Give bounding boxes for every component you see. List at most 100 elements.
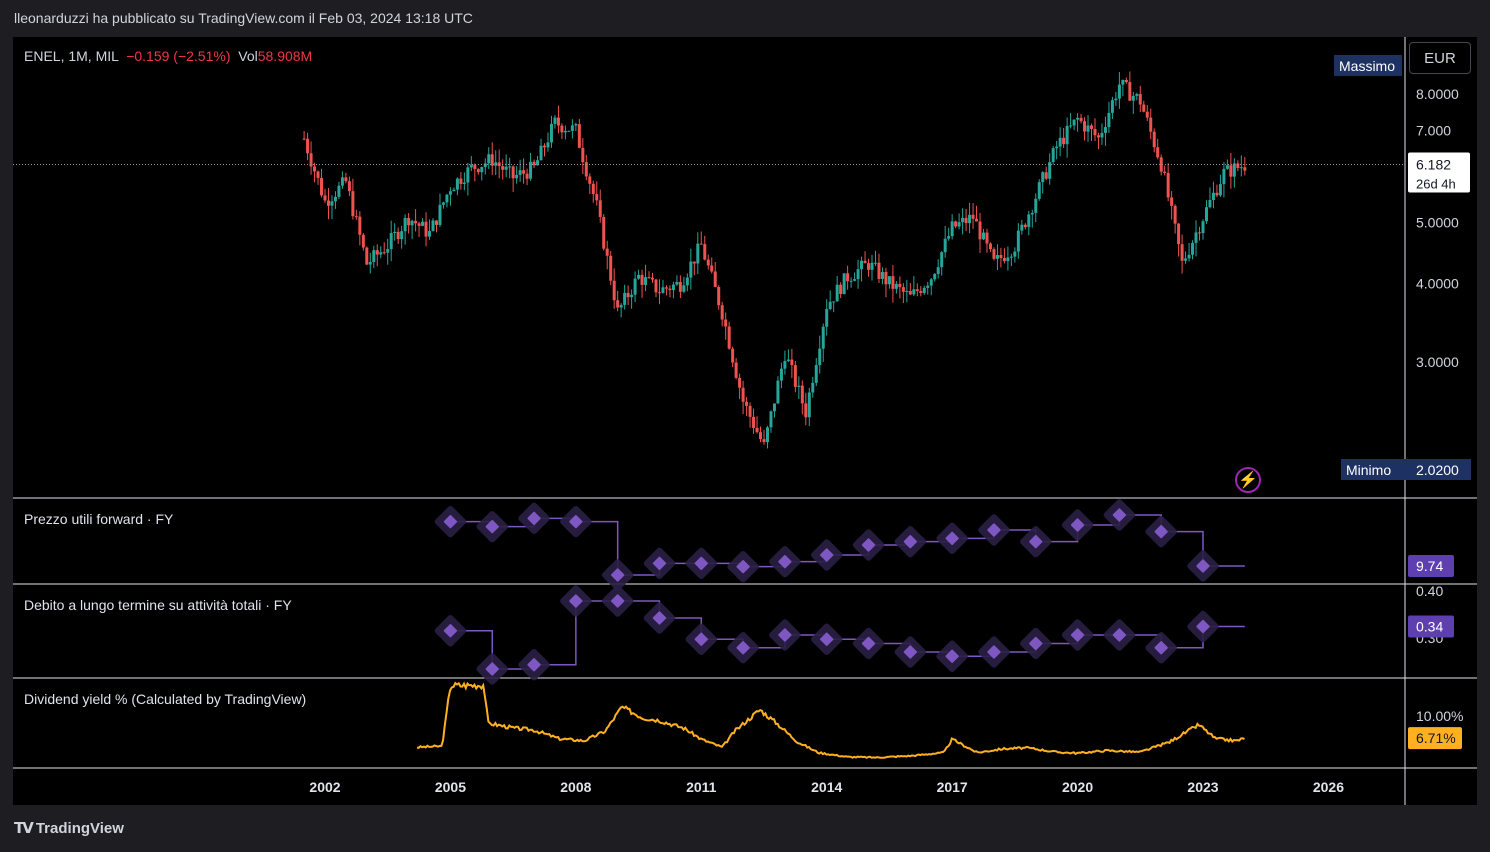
candle-body	[354, 216, 358, 218]
candle-body	[863, 260, 867, 264]
candle-body	[1194, 232, 1198, 243]
candle-body	[487, 154, 491, 164]
candle-body	[954, 221, 958, 227]
currency-button[interactable]: EUR	[1409, 42, 1471, 74]
candle-body	[379, 252, 383, 255]
candle-body	[511, 166, 515, 179]
candle-body	[797, 385, 801, 387]
candle-body	[755, 427, 759, 433]
candle-body	[605, 248, 609, 256]
candle-body	[1069, 125, 1073, 127]
candle-body	[1020, 224, 1024, 231]
candle-body	[964, 217, 968, 224]
candle-body	[619, 304, 623, 308]
lightning-icon[interactable]: ⚡	[1235, 467, 1261, 493]
candle-body	[490, 154, 494, 166]
candle-body	[567, 130, 571, 132]
candle-body	[623, 292, 627, 305]
candle-body	[1222, 168, 1226, 185]
candle-body	[835, 284, 839, 302]
candle-body	[1149, 117, 1153, 132]
candle-body	[1023, 224, 1027, 228]
tradingview-brand: TradingView	[35, 819, 124, 837]
candle-body	[326, 200, 330, 206]
candle-body	[501, 166, 505, 170]
candle-body	[546, 142, 550, 148]
candle-body	[525, 173, 529, 179]
candle-body	[368, 262, 372, 265]
candle-body	[1058, 137, 1062, 147]
candle-body	[988, 243, 992, 250]
candle-body	[630, 294, 634, 298]
last-price-value: 6.182	[1416, 157, 1451, 173]
candle-body	[1177, 223, 1181, 245]
candle-body	[748, 405, 752, 417]
candle-body	[1041, 172, 1045, 183]
candle-body	[1135, 94, 1139, 96]
candle-body	[807, 392, 811, 418]
candle-body	[1239, 167, 1243, 169]
candle-body	[476, 169, 480, 173]
candle-body	[515, 174, 519, 179]
candle-body	[898, 283, 902, 288]
candle-body	[957, 222, 961, 227]
candle-body	[853, 279, 857, 281]
candle-body	[365, 247, 369, 265]
candle-body	[839, 284, 843, 295]
candle-body	[508, 166, 512, 168]
high-label: Massimo	[1339, 58, 1395, 74]
candle-body	[654, 279, 658, 293]
symbol-legend: ENEL, 1M, MIL −0.159 (−2.51%) Vol58.908M	[24, 48, 312, 64]
candle-body	[1201, 221, 1205, 234]
candle-body	[494, 162, 498, 166]
candle-body	[832, 301, 836, 303]
candle-body	[982, 232, 985, 240]
dividend-yield-line	[416, 681, 1245, 759]
candle-body	[818, 348, 822, 366]
candle-body	[1229, 165, 1233, 177]
candle-body	[1218, 184, 1222, 196]
time-axis-label: 2023	[1187, 779, 1218, 795]
chart-canvas[interactable]: 8.0000 7.000 5.0000 4.0000 3.0000 6.182 26d 4h…	[0, 0, 1490, 852]
low-label: Minimo	[1346, 462, 1391, 478]
candle-body	[504, 166, 508, 170]
candle-body	[337, 185, 341, 197]
candle-body	[1180, 244, 1184, 261]
candle-body	[668, 288, 672, 291]
candle-body	[741, 387, 745, 402]
candle-body	[1076, 117, 1080, 120]
candle-body	[393, 231, 397, 234]
candle-body	[793, 365, 797, 387]
time-axis-label: 2014	[811, 779, 842, 795]
candle-body	[724, 319, 728, 327]
candle-body	[595, 194, 599, 201]
symbol-label[interactable]: ENEL, 1M, MIL	[24, 48, 118, 64]
candle-body	[800, 385, 804, 404]
candle-body	[814, 365, 818, 383]
time-axis-label: 2002	[309, 779, 340, 795]
tradingview-logo[interactable]: 𝗧𝗩 TradingView	[14, 819, 124, 838]
candle-body	[386, 249, 390, 253]
candle-body	[689, 261, 693, 278]
candle-body	[1110, 100, 1114, 113]
candle-body	[675, 281, 679, 285]
candle-body	[943, 238, 947, 253]
candle-body	[710, 265, 714, 272]
candle-body	[316, 171, 320, 178]
candle-body	[842, 273, 846, 295]
candle-body	[720, 305, 724, 320]
candle-body	[421, 221, 425, 226]
candle-body	[731, 348, 735, 363]
candle-body	[306, 138, 310, 154]
candle-body	[961, 217, 965, 223]
candle-body	[563, 130, 567, 133]
candle-body	[1117, 84, 1121, 99]
price-tick-label: 3.0000	[1416, 354, 1459, 370]
candle-body	[772, 403, 776, 412]
candle-body	[428, 231, 432, 237]
debt-value: 0.34	[1416, 619, 1443, 635]
candle-body	[1055, 146, 1059, 149]
candle-body	[361, 234, 365, 248]
candle-body	[678, 281, 682, 292]
candle-body	[682, 285, 686, 292]
